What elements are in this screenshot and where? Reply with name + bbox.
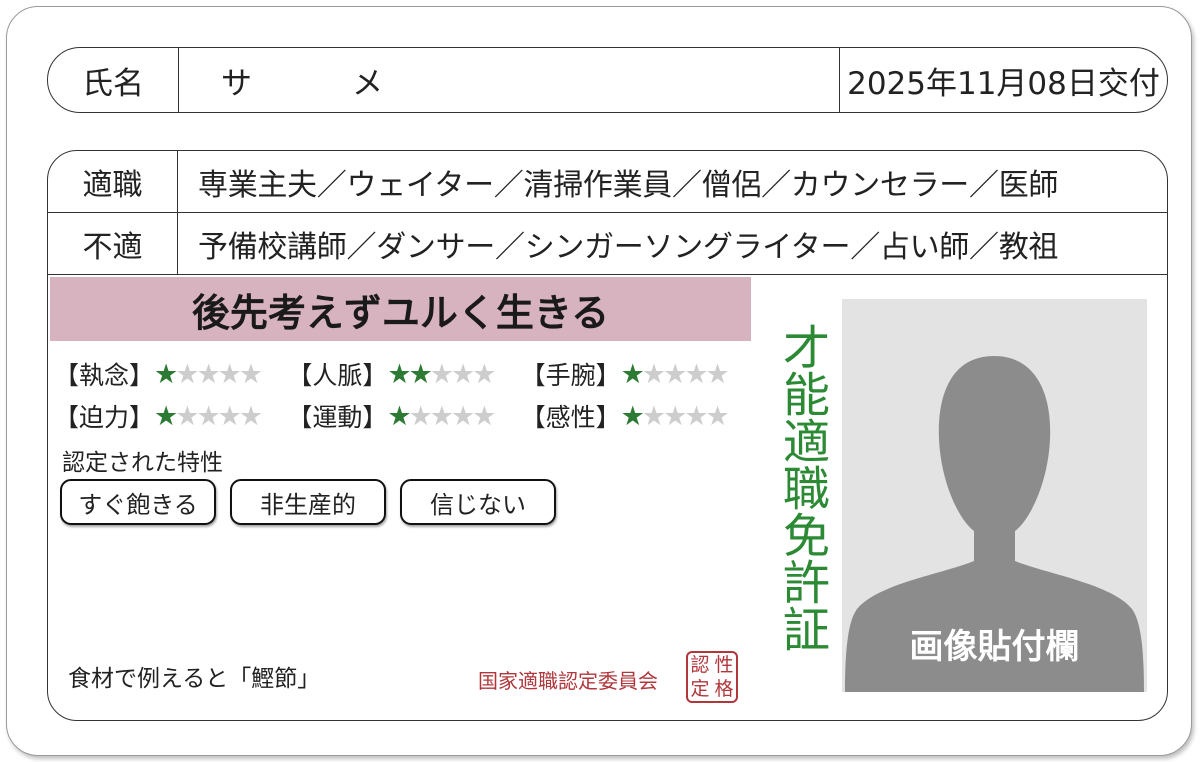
name-value: サ メ (179, 48, 839, 112)
stat-item: 【執念】 ★★★★★ (54, 356, 287, 392)
stat-item: 【運動】 ★★★★★ (287, 398, 520, 434)
name-part-1: サ (221, 65, 252, 102)
trait-badge: すぐ飽きる (60, 479, 216, 525)
stats-grid: 【執念】 ★★★★★ 【人脈】 ★★★★★ 【手腕】 ★★★★★ 【迫力】 ★★★★★ … (54, 353, 754, 437)
star-empty-icon: ★ (451, 358, 475, 390)
name-row: 氏名 サ メ 2025年11月08日交付 (47, 47, 1168, 113)
stat-item: 【人脈】 ★★★★★ (287, 356, 520, 392)
star-rating: ★★★★★ (620, 358, 730, 390)
star-empty-icon: ★ (196, 400, 220, 432)
star-empty-icon: ★ (663, 400, 687, 432)
star-empty-icon: ★ (217, 400, 242, 432)
stat-label: 【執念】 (54, 361, 155, 390)
star-empty-icon: ★ (408, 400, 433, 432)
star-filled-icon: ★ (387, 400, 411, 432)
committee-name: 国家適職認定委員会 (478, 669, 658, 693)
traits-title: 認定された特性 (62, 450, 223, 476)
trait-badge: 信じない (400, 479, 556, 525)
stat-item: 【感性】 ★★★★★ (521, 398, 754, 434)
stat-label: 【迫力】 (54, 403, 155, 432)
unsuitable-jobs-row: 不適 予備校講師／ダンサー／シンガーソングライター／占い師／教祖 (48, 213, 1167, 275)
license-card: 氏名 サ メ 2025年11月08日交付 適職 専業主夫／ウェイター／清掃作業員… (6, 6, 1192, 756)
seal-char: 定 (690, 677, 710, 700)
star-filled-icon: ★ (620, 400, 645, 432)
photo-label: 画像貼付欄 (909, 627, 1080, 667)
seal-char: 性 (714, 653, 734, 676)
suitable-jobs-label: 適職 (48, 151, 178, 212)
star-empty-icon: ★ (472, 400, 496, 432)
star-filled-icon: ★ (154, 400, 178, 432)
trait-badge: 非生産的 (230, 479, 386, 525)
star-rating: ★★★★★ (154, 358, 263, 390)
star-filled-icon: ★ (620, 358, 645, 390)
seal-char: 格 (714, 677, 734, 700)
photo-placeholder: 画像貼付欄 (842, 299, 1147, 692)
star-filled-icon: ★ (154, 358, 178, 390)
food-analogy: 食材で例えると「鰹節」 (68, 666, 321, 692)
stat-label: 【人脈】 (287, 361, 388, 390)
name-label: 氏名 (48, 48, 179, 112)
star-filled-icon: ★ (408, 358, 433, 390)
star-empty-icon: ★ (238, 358, 263, 390)
stat-label: 【運動】 (287, 403, 388, 432)
star-empty-icon: ★ (663, 358, 687, 390)
star-empty-icon: ★ (175, 400, 199, 432)
star-rating: ★★★★★ (154, 400, 263, 432)
star-empty-icon: ★ (684, 400, 708, 432)
seal-stamp: 認 性 定 格 (686, 651, 738, 703)
star-rating: ★★★★★ (387, 400, 496, 432)
stats-line-1: 【執念】 ★★★★★ 【人脈】 ★★★★★ 【手腕】 ★★★★★ (54, 353, 754, 395)
star-empty-icon: ★ (641, 358, 666, 390)
star-empty-icon: ★ (705, 400, 730, 432)
suitable-jobs-value: 専業主夫／ウェイター／清掃作業員／僧侶／カウンセラー／医師 (198, 167, 1059, 203)
seal-char: 認 (690, 653, 710, 676)
traits-list: すぐ飽きる 非生産的 信じない (60, 479, 570, 525)
motto-banner: 後先考えずユルく生きる (50, 277, 751, 341)
stat-item: 【手腕】 ★★★★★ (521, 356, 754, 392)
star-empty-icon: ★ (472, 358, 496, 390)
stat-label: 【感性】 (520, 403, 621, 432)
star-empty-icon: ★ (175, 358, 199, 390)
license-title-vertical: 才能適職免許証 (774, 323, 829, 652)
star-rating: ★★★★★ (620, 400, 730, 432)
star-empty-icon: ★ (196, 358, 220, 390)
star-empty-icon: ★ (641, 400, 666, 432)
star-empty-icon: ★ (217, 358, 242, 390)
star-empty-icon: ★ (451, 400, 475, 432)
star-empty-icon: ★ (705, 358, 730, 390)
stat-item: 【迫力】 ★★★★★ (54, 398, 287, 434)
issue-date: 2025年11月08日交付 (839, 48, 1167, 112)
star-empty-icon: ★ (684, 358, 708, 390)
star-rating: ★★★★★ (387, 358, 496, 390)
star-empty-icon: ★ (429, 400, 454, 432)
star-empty-icon: ★ (429, 358, 454, 390)
stat-label: 【手腕】 (520, 361, 621, 390)
unsuitable-jobs-label: 不適 (48, 213, 178, 274)
star-filled-icon: ★ (387, 358, 411, 390)
name-part-2: メ (352, 65, 383, 102)
main-box: 適職 専業主夫／ウェイター／清掃作業員／僧侶／カウンセラー／医師 不適 予備校講… (47, 150, 1168, 721)
unsuitable-jobs-value: 予備校講師／ダンサー／シンガーソングライター／占い師／教祖 (198, 229, 1059, 265)
star-empty-icon: ★ (238, 400, 263, 432)
stats-line-2: 【迫力】 ★★★★★ 【運動】 ★★★★★ 【感性】 ★★★★★ (54, 395, 754, 437)
suitable-jobs-row: 適職 専業主夫／ウェイター／清掃作業員／僧侶／カウンセラー／医師 (48, 151, 1167, 213)
